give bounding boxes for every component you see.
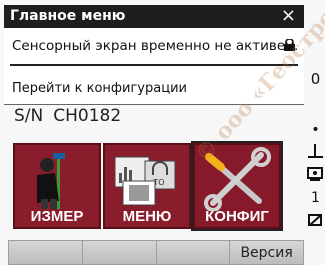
softkey-bar: Версия — [8, 240, 304, 265]
softkey-3[interactable] — [155, 240, 230, 265]
notification-message: Сенсорный экран временно не активен. — [12, 38, 299, 54]
sn-label: S/N — [14, 106, 44, 126]
status-digit-bottom: 1 — [311, 190, 320, 206]
tools-icon — [204, 147, 271, 211]
surveyor-icon — [37, 153, 65, 209]
divider — [10, 64, 298, 66]
menu-icon: TO — [114, 156, 176, 206]
serial-number: S/N CH0182 — [14, 106, 131, 126]
softkey-1[interactable] — [8, 240, 82, 265]
menu-button[interactable]: TO МЕНЮ — [103, 143, 191, 229]
notification-popup: Сенсорный экран временно не активен. Пер… — [4, 28, 304, 105]
measure-button[interactable]: ИЗМЕР — [13, 143, 101, 229]
window-title: Главное меню — [10, 8, 126, 24]
screen: S/N CH0182 ИЗМЕР TO МЕНЮ КОНФИГ 0 • 1 Ве… — [0, 0, 325, 265]
pen-icon — [308, 214, 322, 226]
softkey-2[interactable] — [81, 240, 156, 265]
instrument-icon — [307, 167, 323, 181]
close-button[interactable]: × — [281, 5, 296, 27]
status-column: 0 • 1 — [306, 30, 325, 240]
measure-label: ИЗМЕР — [30, 208, 84, 225]
lock-icon — [284, 39, 295, 51]
level-icon — [308, 144, 323, 158]
dot-icon: • — [311, 122, 320, 138]
go-to-config-link[interactable]: Перейти к конфигурации — [12, 81, 187, 96]
title-bar: Главное меню × — [4, 5, 304, 28]
config-button[interactable]: КОНФИГ — [191, 141, 283, 231]
sn-value: CH0182 — [53, 106, 122, 126]
menu-label: МЕНЮ — [122, 208, 172, 225]
version-softkey[interactable]: Версия — [229, 240, 304, 265]
status-digit-top: 0 — [310, 70, 321, 88]
config-label: КОНФИГ — [205, 208, 269, 225]
